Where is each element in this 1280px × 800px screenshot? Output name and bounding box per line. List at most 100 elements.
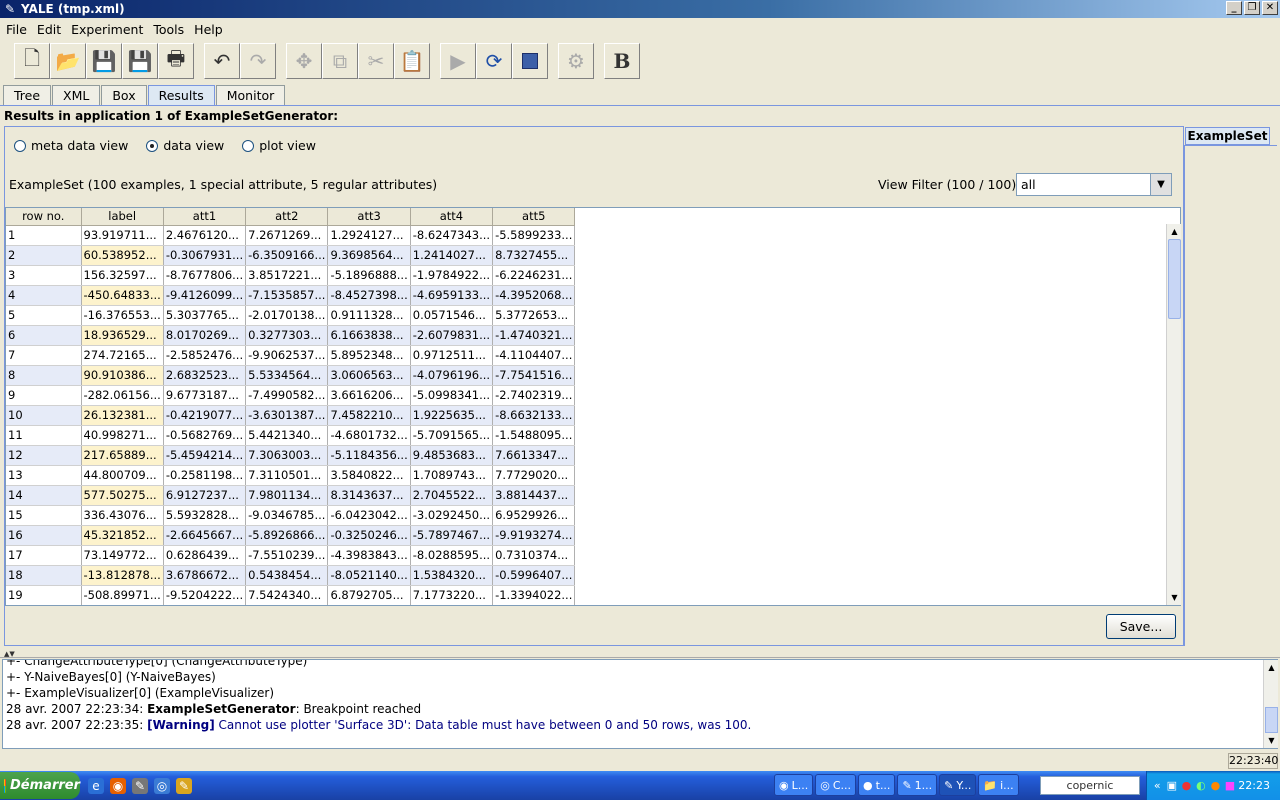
table-cell[interactable]: -508.89971... bbox=[81, 585, 164, 605]
table-cell[interactable]: 8.7327455... bbox=[492, 245, 576, 266]
table-row[interactable]: 17 73.149772... 0.6286439... -7.5510239... -… bbox=[6, 545, 576, 566]
table-cell[interactable]: 6.9127237... bbox=[163, 485, 247, 506]
table-cell[interactable]: -4.6801732... bbox=[327, 425, 411, 446]
collapse-arrows-icon[interactable]: ▲▼ bbox=[4, 650, 15, 658]
table-cell[interactable]: 5.3772653... bbox=[492, 305, 576, 326]
move-icon[interactable]: ✥ bbox=[286, 43, 322, 79]
view-filter-select[interactable]: all ▼ bbox=[1016, 173, 1172, 196]
table-cell[interactable]: -8.7677806... bbox=[163, 265, 247, 286]
maximize-button[interactable]: ❐ bbox=[1244, 1, 1260, 15]
table-cell[interactable]: 5.3037765... bbox=[163, 305, 247, 326]
table-cell[interactable]: 9.6773187... bbox=[163, 385, 247, 406]
table-cell[interactable]: 1.2924127... bbox=[327, 225, 411, 246]
table-cell[interactable]: 0.5438454... bbox=[245, 565, 329, 586]
table-cell[interactable]: 7.3063003... bbox=[245, 445, 329, 466]
undo-icon[interactable]: ↶ bbox=[204, 43, 240, 79]
table-cell[interactable]: 3.5840822... bbox=[327, 465, 411, 486]
print-icon[interactable]: 🖶 bbox=[158, 43, 194, 79]
table-cell[interactable]: -13.812878... bbox=[81, 565, 164, 586]
firefox-icon[interactable]: ◉ bbox=[110, 777, 126, 794]
breakpoint-icon[interactable]: B bbox=[604, 43, 640, 79]
table-cell[interactable]: -7.5510239... bbox=[245, 545, 329, 566]
table-cell[interactable]: 11 bbox=[6, 425, 82, 446]
table-cell[interactable]: 3.6786672... bbox=[163, 565, 247, 586]
tab-monitor[interactable]: Monitor bbox=[215, 85, 286, 105]
table-row[interactable]: 18 -13.812878... 3.6786672... 0.5438454... -… bbox=[6, 565, 576, 586]
scroll-thumb[interactable] bbox=[1168, 239, 1181, 319]
table-cell[interactable]: -16.376553... bbox=[81, 305, 164, 326]
table-cell[interactable]: 9 bbox=[6, 385, 82, 406]
table-cell[interactable]: -5.1184356... bbox=[327, 445, 411, 466]
split-divider[interactable]: ▲▼ bbox=[0, 650, 1280, 658]
task-button-yale[interactable]: ✎ Y... bbox=[939, 774, 977, 796]
cut-icon[interactable]: ✂ bbox=[358, 43, 394, 79]
save-icon[interactable]: 💾 bbox=[86, 43, 122, 79]
table-cell[interactable]: -0.3250246... bbox=[327, 525, 411, 546]
table-cell[interactable]: 5.4421340... bbox=[245, 425, 329, 446]
table-row[interactable]: 13 44.800709... -0.2581198... 7.3110501... 3… bbox=[6, 465, 576, 486]
table-cell[interactable]: -7.7541516... bbox=[492, 365, 576, 386]
table-cell[interactable]: 6.9529926... bbox=[492, 505, 576, 526]
table-cell[interactable]: 2 bbox=[6, 245, 82, 266]
table-row[interactable]: 16 45.321852... -2.6645667... -5.8926866...… bbox=[6, 525, 576, 546]
table-cell[interactable]: 7.7729020... bbox=[492, 465, 576, 486]
menu-tools[interactable]: Tools bbox=[149, 22, 188, 37]
table-row[interactable]: 8 90.910386... 2.6832523... 5.5334564... 3.0… bbox=[6, 365, 576, 386]
app-icon[interactable]: ✎ bbox=[176, 777, 192, 794]
table-cell[interactable]: 16 bbox=[6, 525, 82, 546]
table-cell[interactable]: 9.3698564... bbox=[327, 245, 411, 266]
table-cell[interactable]: -9.0346785... bbox=[245, 505, 329, 526]
table-cell[interactable]: 44.800709... bbox=[81, 465, 164, 486]
table-cell[interactable]: 73.149772... bbox=[81, 545, 164, 566]
table-cell[interactable]: -1.4740321... bbox=[492, 325, 576, 346]
table-cell[interactable]: 19 bbox=[6, 585, 82, 605]
table-cell[interactable]: 45.321852... bbox=[81, 525, 164, 546]
table-row[interactable]: 12 217.65889... -5.4594214... 7.3063003... -… bbox=[6, 445, 576, 466]
table-cell[interactable]: 7.3110501... bbox=[245, 465, 329, 486]
redo-icon[interactable]: ↷ bbox=[240, 43, 276, 79]
table-cell[interactable]: 12 bbox=[6, 445, 82, 466]
table-cell[interactable]: -9.9193274... bbox=[492, 525, 576, 546]
scroll-down-icon[interactable]: ▼ bbox=[1167, 590, 1182, 605]
table-cell[interactable]: 15 bbox=[6, 505, 82, 526]
table-row[interactable]: 15 336.43076... 5.5932828... -9.0346785... -… bbox=[6, 505, 576, 526]
table-cell[interactable]: -8.0521140... bbox=[327, 565, 411, 586]
scroll-down-icon[interactable]: ▼ bbox=[1264, 733, 1279, 748]
table-cell[interactable]: 3.6616206... bbox=[327, 385, 411, 406]
task-button[interactable]: ◎ C... bbox=[815, 774, 857, 796]
save-button[interactable]: Save... bbox=[1106, 614, 1176, 639]
scroll-up-icon[interactable]: ▲ bbox=[1264, 660, 1279, 675]
table-cell[interactable]: -1.9784922... bbox=[410, 265, 494, 286]
column-header[interactable]: att4 bbox=[410, 208, 494, 226]
table-row[interactable]: 3 156.32597... -8.7677806... 3.8517221... -5… bbox=[6, 265, 576, 286]
table-cell[interactable]: -6.2246231... bbox=[492, 265, 576, 286]
table-cell[interactable]: -6.3509166... bbox=[245, 245, 329, 266]
table-cell[interactable]: 7.4582210... bbox=[327, 405, 411, 426]
new-file-icon[interactable]: 🗋 bbox=[14, 43, 50, 79]
table-cell[interactable]: -1.5488095... bbox=[492, 425, 576, 446]
table-cell[interactable]: 7 bbox=[6, 345, 82, 366]
table-cell[interactable]: -8.4527398... bbox=[327, 285, 411, 306]
menu-help[interactable]: Help bbox=[190, 22, 227, 37]
table-cell[interactable]: 2.7045522... bbox=[410, 485, 494, 506]
table-cell[interactable]: -450.64833... bbox=[81, 285, 164, 306]
run-icon[interactable]: ▶ bbox=[440, 43, 476, 79]
table-cell[interactable]: 0.3277303... bbox=[245, 325, 329, 346]
table-cell[interactable]: -8.6247343... bbox=[410, 225, 494, 246]
wizard-icon[interactable]: ⚙ bbox=[558, 43, 594, 79]
table-cell[interactable]: 3.8517221... bbox=[245, 265, 329, 286]
table-cell[interactable]: -9.5204222... bbox=[163, 585, 247, 605]
table-cell[interactable]: 6.8792705... bbox=[327, 585, 411, 605]
table-cell[interactable]: 6.1663838... bbox=[327, 325, 411, 346]
table-cell[interactable]: 0.6286439... bbox=[163, 545, 247, 566]
table-cell[interactable]: 2.4676120... bbox=[163, 225, 247, 246]
table-cell[interactable]: 0.0571546... bbox=[410, 305, 494, 326]
table-row[interactable]: 14 577.50275... 6.9127237... 7.9801134... 8.… bbox=[6, 485, 576, 506]
table-cell[interactable]: -5.0998341... bbox=[410, 385, 494, 406]
table-row[interactable]: 5 -16.376553... 5.3037765... -2.0170138... 0… bbox=[6, 305, 576, 326]
table-row[interactable]: 11 40.998271... -0.5682769... 5.4421340... -… bbox=[6, 425, 576, 446]
table-cell[interactable]: -1.3394022... bbox=[492, 585, 576, 605]
table-cell[interactable]: 17 bbox=[6, 545, 82, 566]
table-cell[interactable]: -0.4219077... bbox=[163, 405, 247, 426]
table-cell[interactable]: 9.4853683... bbox=[410, 445, 494, 466]
